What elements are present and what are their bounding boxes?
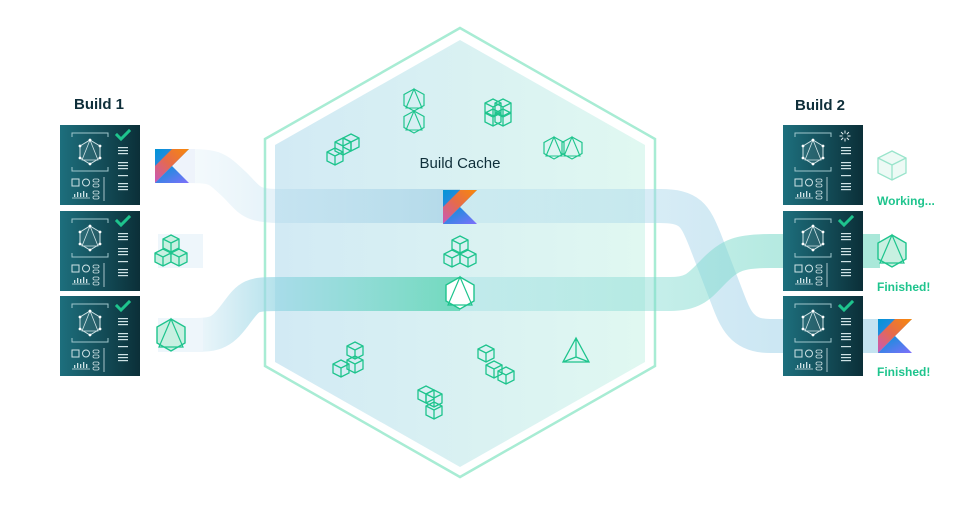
build2-label: Build 2 — [795, 97, 846, 114]
build2-artifact-kotlin — [878, 319, 912, 353]
build2-task-card-2 — [783, 296, 863, 376]
build1-artifact-cube-stack — [154, 234, 203, 268]
build2-task-card-1 — [783, 211, 863, 291]
build2-artifact-octahedron — [877, 234, 907, 268]
cache-item-octahedron — [445, 275, 475, 310]
build-cache-diagram: Build 1 Build 2 Build Cache Working... F… — [0, 0, 980, 509]
build2-status-1: Finished! — [877, 280, 931, 294]
build2-status-0: Working... — [877, 194, 935, 208]
build2-status-2: Finished! — [877, 365, 931, 379]
build1-task-card-2 — [60, 296, 140, 376]
diagram-canvas — [60, 26, 912, 479]
build1-label: Build 1 — [74, 96, 125, 113]
build1-task-card-1 — [60, 211, 140, 291]
cache-title: Build Cache — [419, 155, 501, 172]
build1-artifact-octahedron — [156, 318, 203, 352]
